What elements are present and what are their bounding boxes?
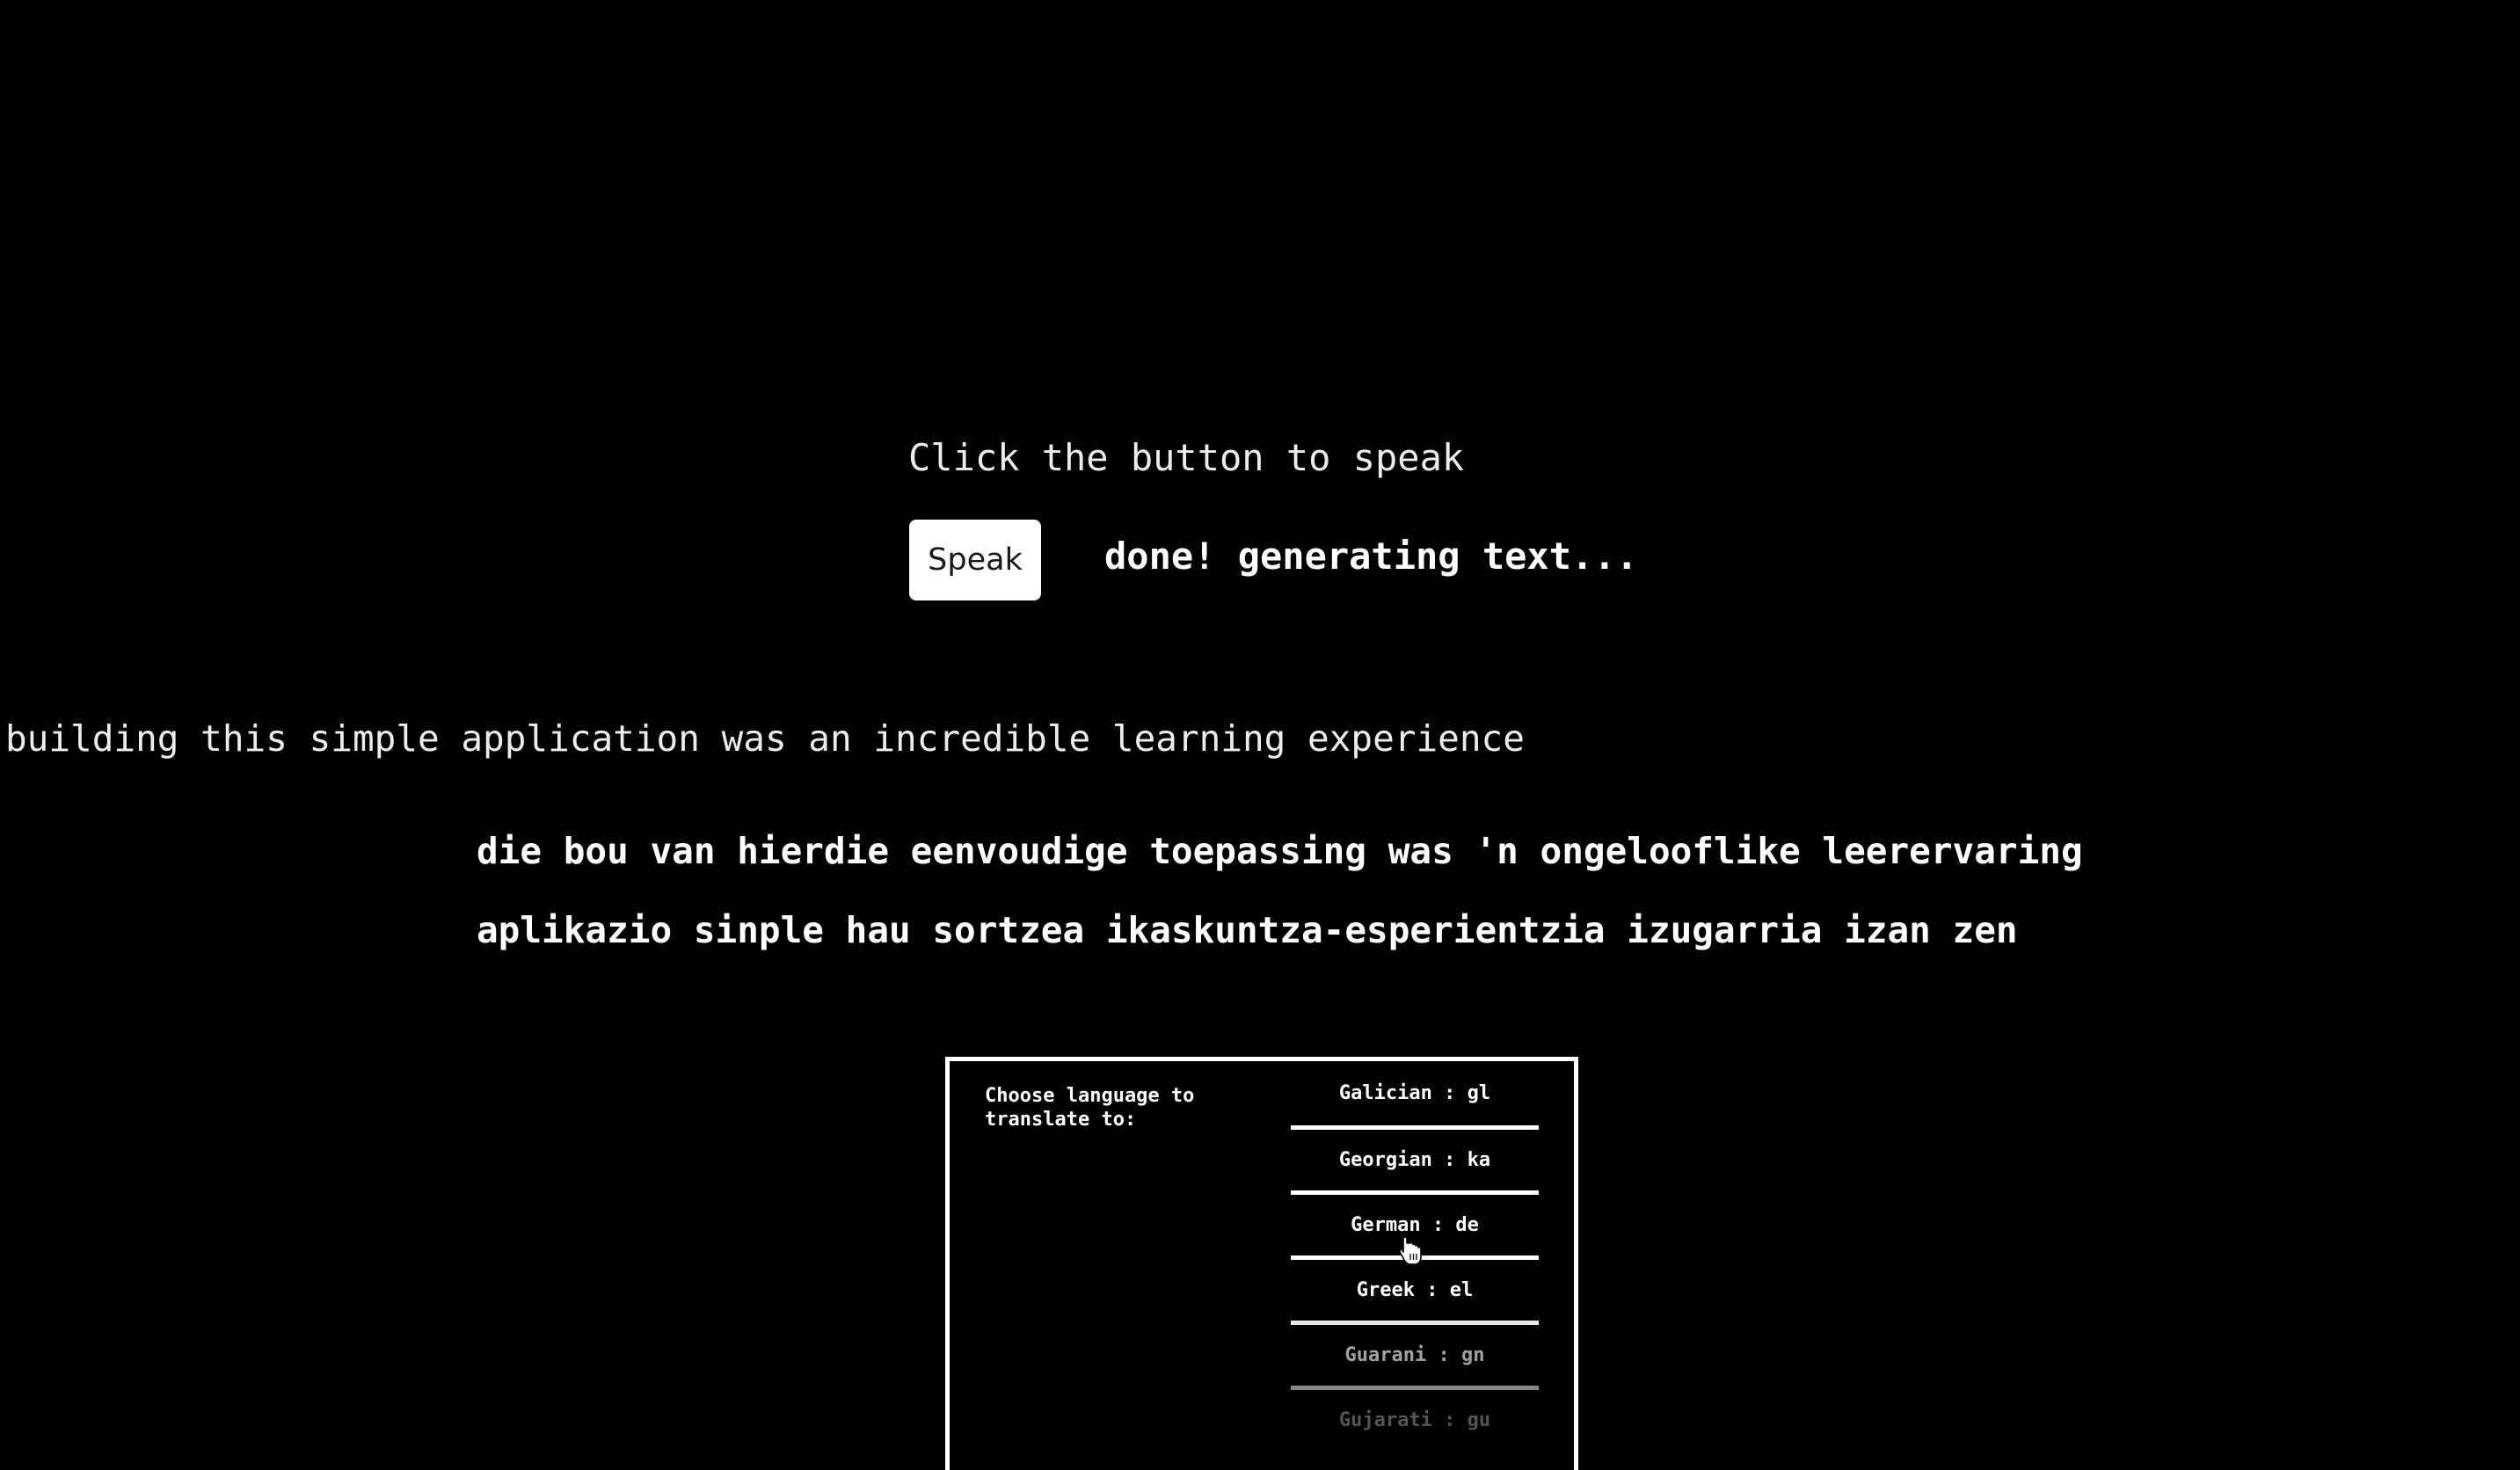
language-picker-label: Choose language to translate to: [985, 1085, 1195, 1131]
language-option-galician[interactable]: Galician : gl [1291, 1061, 1539, 1130]
language-option-gujarati[interactable]: Gujarati : gu [1291, 1390, 1539, 1451]
speak-button[interactable]: Speak [909, 520, 1041, 600]
speak-prompt: Click the button to speak [908, 436, 1465, 479]
language-list[interactable]: Galician : gl Georgian : ka German : de … [1291, 1061, 1539, 1451]
language-option-greek[interactable]: Greek : el [1291, 1260, 1539, 1325]
language-option-german[interactable]: German : de [1291, 1195, 1539, 1260]
recognized-text: building this simple application was an … [5, 717, 1525, 760]
translation-afrikaans: die bou van hierdie eenvoudige toepassin… [477, 830, 2083, 872]
language-option-georgian[interactable]: Georgian : ka [1291, 1130, 1539, 1195]
language-option-guarani[interactable]: Guarani : gn [1291, 1325, 1539, 1390]
status-text: done! generating text... [1104, 535, 1638, 578]
translation-basque: aplikazio sinple hau sortzea ikaskuntza-… [477, 909, 2018, 951]
language-picker-panel: Choose language to translate to: Galicia… [945, 1057, 1578, 1470]
